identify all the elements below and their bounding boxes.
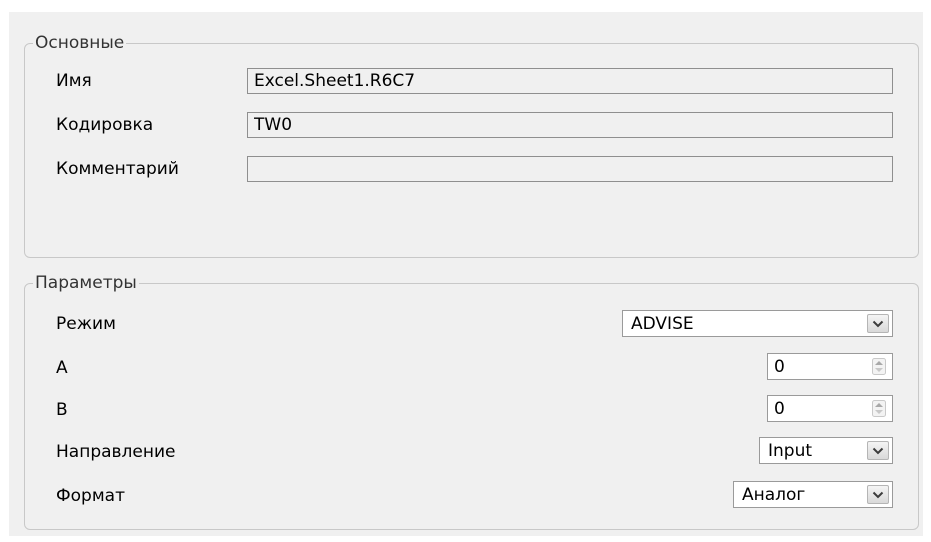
encoding-label: Кодировка: [56, 115, 154, 135]
mode-label: Режим: [56, 314, 116, 334]
direction-select[interactable]: Input: [759, 437, 893, 464]
format-select[interactable]: Аналог: [733, 481, 893, 508]
encoding-field[interactable]: [247, 112, 893, 138]
chevron-down-icon: [872, 491, 884, 498]
spinner-icon: [872, 358, 886, 375]
mode-select[interactable]: ADVISE: [622, 310, 893, 337]
comment-field[interactable]: [247, 156, 893, 182]
b-spinner-buttons[interactable]: [870, 399, 888, 418]
chevron-down-icon: [872, 447, 884, 454]
name-label: Имя: [56, 71, 92, 91]
a-spinbox[interactable]: 0: [767, 353, 893, 380]
a-spinner-buttons[interactable]: [870, 357, 888, 376]
mode-dropdown-button[interactable]: [867, 314, 889, 333]
spinner-icon: [872, 400, 886, 417]
mode-value: ADVISE: [631, 314, 694, 334]
chevron-down-icon: [872, 320, 884, 327]
direction-label: Направление: [56, 442, 176, 462]
format-label: Формат: [56, 486, 125, 506]
a-value: 0: [774, 357, 785, 377]
direction-dropdown-button[interactable]: [867, 441, 889, 460]
direction-value: Input: [768, 441, 813, 461]
b-value: 0: [774, 399, 785, 419]
b-label: B: [56, 400, 68, 420]
parameters-group-legend: Параметры: [35, 273, 137, 293]
comment-label: Комментарий: [56, 159, 179, 179]
name-field[interactable]: [247, 68, 893, 94]
format-value: Аналог: [742, 485, 806, 505]
format-dropdown-button[interactable]: [867, 485, 889, 504]
b-spinbox[interactable]: 0: [767, 395, 893, 422]
basic-group-legend: Основные: [35, 33, 125, 53]
a-label: A: [56, 358, 68, 378]
